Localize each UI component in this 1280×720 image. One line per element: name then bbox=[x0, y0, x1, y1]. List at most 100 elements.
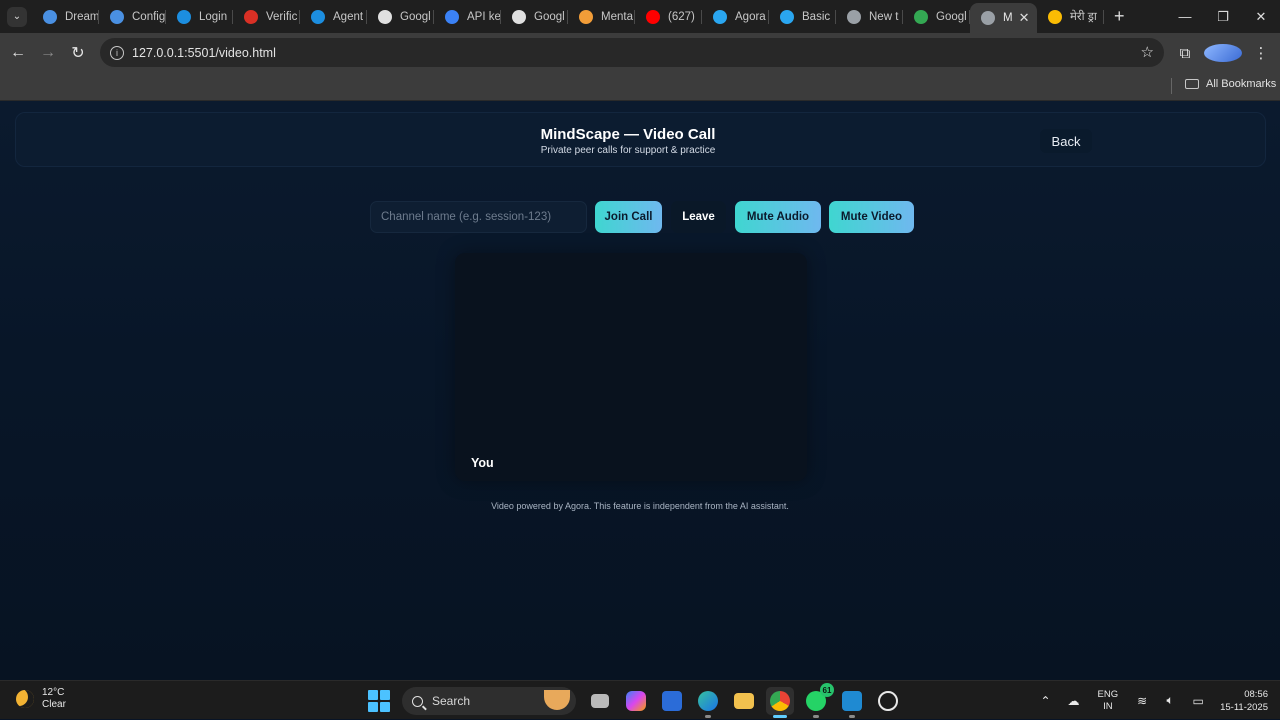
tab-label: Googl bbox=[534, 10, 565, 23]
windows-start-icon[interactable] bbox=[368, 690, 390, 712]
minimize-icon[interactable]: — bbox=[1166, 0, 1204, 33]
browser-tab[interactable]: Googl bbox=[367, 0, 434, 33]
tab-strip: ⌄ Dream Config Login Verific Agent Googl API k… bbox=[0, 0, 1280, 33]
new-tab-button[interactable]: + bbox=[1114, 6, 1125, 27]
site-info-icon[interactable]: i bbox=[110, 45, 124, 60]
clock[interactable]: 08:56 15-11-2025 bbox=[1220, 688, 1268, 714]
wifi-icon[interactable]: ≋ bbox=[1132, 694, 1152, 708]
taskbar-apps: Search 61 bbox=[368, 683, 906, 718]
tab-label: Googl bbox=[400, 10, 431, 23]
task-view-icon[interactable] bbox=[586, 687, 614, 715]
url-text: 127.0.0.1:5501/video.html bbox=[132, 45, 276, 60]
tab-favicon-icon bbox=[244, 9, 258, 24]
browser-tab[interactable]: Googl bbox=[501, 0, 568, 33]
azure-data-studio-icon[interactable] bbox=[658, 687, 686, 715]
edge-icon[interactable] bbox=[694, 687, 722, 718]
back-button[interactable]: Back bbox=[1040, 129, 1092, 153]
bookmark-star-icon[interactable]: ☆ bbox=[1141, 43, 1154, 61]
vscode-icon[interactable] bbox=[838, 687, 866, 718]
join-call-button[interactable]: Join Call bbox=[595, 201, 662, 233]
search-highlight-icon bbox=[544, 690, 570, 710]
page-header: MindScape — Video Call Private peer call… bbox=[15, 112, 1266, 167]
language-indicator[interactable]: ENG IN bbox=[1098, 689, 1119, 713]
tab-close-icon[interactable]: ✕ bbox=[1019, 10, 1030, 26]
leave-button[interactable]: Leave bbox=[671, 201, 726, 233]
whatsapp-badge: 61 bbox=[820, 683, 834, 697]
tab-favicon-icon bbox=[1048, 9, 1062, 24]
tab-favicon-icon bbox=[512, 9, 526, 24]
close-window-icon[interactable]: ✕ bbox=[1242, 0, 1280, 33]
browser-tab[interactable]: New t bbox=[836, 0, 903, 33]
menu-kebab-icon[interactable]: ⋮ bbox=[1242, 44, 1280, 62]
language-line2: IN bbox=[1103, 700, 1113, 712]
restore-icon[interactable]: ❐ bbox=[1204, 0, 1242, 33]
bookmarks-bar: All Bookmarks bbox=[0, 73, 1280, 101]
tab-favicon-icon bbox=[780, 9, 794, 24]
chrome-icon[interactable] bbox=[766, 687, 794, 718]
avatar bbox=[1204, 44, 1242, 62]
chevron-up-icon[interactable]: ⌃ bbox=[1036, 694, 1056, 708]
tab-label: Dream bbox=[65, 10, 99, 23]
weather-condition: Clear bbox=[42, 699, 66, 710]
chatgpt-icon[interactable] bbox=[874, 687, 902, 715]
tab-label: Login bbox=[199, 10, 228, 23]
whatsapp-icon[interactable]: 61 bbox=[802, 683, 834, 718]
clock-time: 08:56 bbox=[1244, 688, 1268, 700]
onedrive-cloud-icon[interactable]: ☁ bbox=[1064, 694, 1084, 708]
toolbar-right: ⧉ ⋮ bbox=[1166, 33, 1280, 73]
tab-label: मेरी ड्रा bbox=[1070, 11, 1097, 23]
all-bookmarks-label: All Bookmarks bbox=[1206, 78, 1277, 90]
tab-label: Config bbox=[132, 10, 166, 23]
tab-label: Menta bbox=[601, 10, 633, 23]
call-controls: Join Call Leave Mute Audio Mute Video bbox=[370, 201, 914, 233]
browser-tab[interactable]: Agent bbox=[300, 0, 367, 33]
extensions-icon[interactable]: ⧉ bbox=[1166, 45, 1204, 62]
browser-tab[interactable]: Login bbox=[166, 0, 233, 33]
weather-widget[interactable]: 12°C Clear bbox=[16, 687, 66, 711]
browser-tab[interactable]: मेरी ड्रा bbox=[1037, 0, 1104, 33]
browser-tab[interactable]: (627) bbox=[635, 0, 702, 33]
tab-search-chevron-icon[interactable]: ⌄ bbox=[7, 6, 27, 27]
reload-icon[interactable]: ↻ bbox=[63, 38, 93, 68]
tab-favicon-icon bbox=[177, 9, 191, 24]
browser-tab[interactable]: Menta bbox=[568, 0, 635, 33]
file-explorer-icon[interactable] bbox=[730, 687, 758, 715]
browser-tab[interactable]: Config bbox=[99, 0, 166, 33]
taskbar: 12°C Clear Search 61 ⌃ ☁ ENG IN ≋ 🔈︎ ▭ 0… bbox=[0, 680, 1280, 719]
tab-favicon-icon bbox=[713, 9, 727, 24]
tab-favicon-icon bbox=[579, 9, 593, 24]
window-controls: — ❐ ✕ bbox=[1166, 0, 1280, 33]
tab-favicon-icon bbox=[110, 9, 124, 24]
browser-tab[interactable]: Basic bbox=[769, 0, 836, 33]
tab-favicon-icon bbox=[445, 9, 459, 24]
bookmarks-divider bbox=[1171, 78, 1172, 94]
tab-label: Googl bbox=[936, 10, 967, 23]
system-tray: ⌃ ☁ ENG IN ≋ 🔈︎ ▭ 08:56 15-11-2025 bbox=[1032, 681, 1280, 720]
browser-tab[interactable]: Verific bbox=[233, 0, 300, 33]
footnote: Video powered by Agora. This feature is … bbox=[491, 501, 789, 511]
browser-tab[interactable]: Googl bbox=[903, 0, 970, 33]
all-bookmarks-button[interactable]: All Bookmarks bbox=[1185, 78, 1276, 90]
copilot-icon[interactable] bbox=[622, 687, 650, 715]
back-arrow-icon[interactable]: ← bbox=[3, 38, 33, 68]
mute-video-button[interactable]: Mute Video bbox=[829, 201, 914, 233]
browser-tab[interactable]: API ke bbox=[434, 0, 501, 33]
folder-icon bbox=[1185, 79, 1199, 89]
browser-tab[interactable]: M ✕ bbox=[970, 3, 1037, 33]
volume-icon[interactable]: 🔈︎ bbox=[1160, 693, 1180, 708]
battery-icon[interactable]: ▭ bbox=[1188, 694, 1208, 708]
browser-tab[interactable]: Agora bbox=[702, 0, 769, 33]
tab-favicon-icon bbox=[646, 9, 660, 24]
mute-audio-button[interactable]: Mute Audio bbox=[735, 201, 821, 233]
forward-arrow-icon[interactable]: → bbox=[33, 38, 63, 68]
address-bar[interactable]: i 127.0.0.1:5501/video.html ☆ bbox=[100, 38, 1164, 67]
moon-icon bbox=[16, 690, 34, 708]
search-icon bbox=[412, 695, 423, 707]
browser-tab[interactable]: Dream bbox=[32, 0, 99, 33]
taskbar-search[interactable]: Search bbox=[402, 687, 576, 715]
tab-label: Agent bbox=[333, 10, 364, 23]
weather-text: 12°C Clear bbox=[42, 687, 66, 711]
profile-avatar[interactable] bbox=[1204, 44, 1242, 62]
tab-favicon-icon bbox=[981, 11, 995, 25]
channel-name-input[interactable] bbox=[370, 201, 587, 233]
